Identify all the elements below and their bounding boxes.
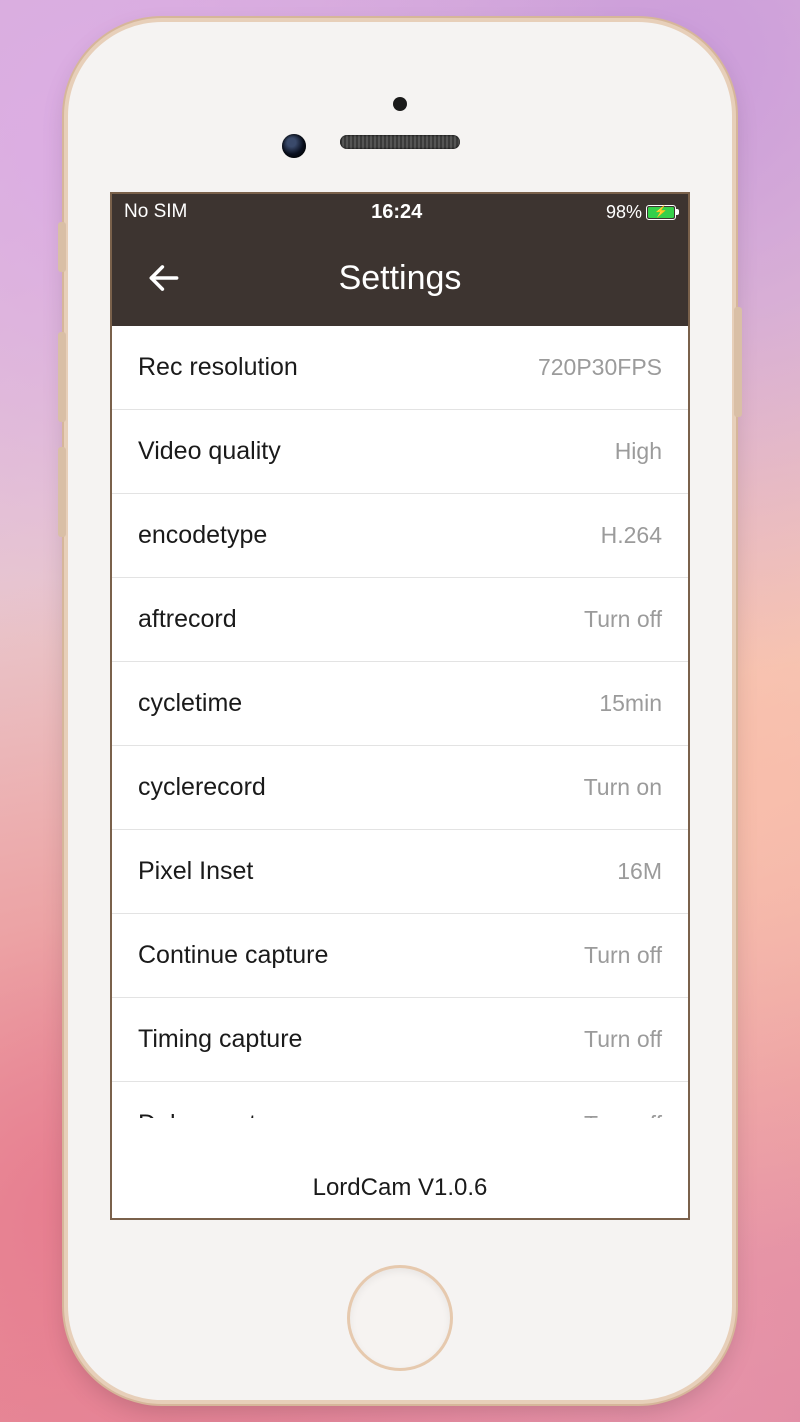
clock: 16:24 (187, 201, 606, 224)
setting-value: 16M (617, 858, 662, 885)
sim-status: No SIM (124, 201, 187, 223)
setting-label: Delay capture (138, 1110, 292, 1119)
setting-value: Turn off (584, 942, 662, 969)
setting-video-quality[interactable]: Video quality High (112, 410, 688, 494)
setting-delay-capture[interactable]: Delay capture Turn off (112, 1082, 688, 1118)
settings-list[interactable]: Rec resolution 720P30FPS Video quality H… (112, 326, 688, 1158)
setting-label: cycletime (138, 689, 242, 718)
nav-bar: Settings (112, 230, 688, 326)
home-button[interactable] (350, 1268, 450, 1368)
front-camera (282, 134, 306, 158)
setting-value: Turn on (584, 774, 662, 801)
version-text: LordCam V1.0.6 (313, 1174, 488, 1202)
setting-continue-capture[interactable]: Continue capture Turn off (112, 914, 688, 998)
setting-encodetype[interactable]: encodetype H.264 (112, 494, 688, 578)
setting-cyclerecord[interactable]: cyclerecord Turn on (112, 746, 688, 830)
screen: No SIM 16:24 98% ⚡ Settings (110, 192, 690, 1220)
status-bar: No SIM 16:24 98% ⚡ (112, 194, 688, 230)
volume-down-button (58, 447, 66, 537)
setting-value: 720P30FPS (538, 354, 662, 381)
battery-percent: 98% (606, 202, 642, 223)
setting-label: Pixel Inset (138, 857, 253, 886)
setting-pixel-inset[interactable]: Pixel Inset 16M (112, 830, 688, 914)
earpiece-speaker (340, 135, 460, 149)
setting-value: Turn off (584, 1111, 662, 1119)
setting-value: 15min (599, 690, 662, 717)
status-right: 98% ⚡ (606, 202, 676, 223)
setting-label: cyclerecord (138, 773, 266, 802)
setting-label: Video quality (138, 437, 281, 466)
setting-value: H.264 (601, 522, 662, 549)
setting-label: Rec resolution (138, 353, 298, 382)
setting-value: High (615, 438, 662, 465)
setting-rec-resolution[interactable]: Rec resolution 720P30FPS (112, 326, 688, 410)
back-button[interactable] (142, 256, 186, 300)
page-title: Settings (112, 259, 688, 298)
proximity-sensor (393, 97, 407, 111)
power-button (734, 307, 742, 417)
setting-value: Turn off (584, 606, 662, 633)
setting-label: Continue capture (138, 941, 328, 970)
phone-frame: No SIM 16:24 98% ⚡ Settings (68, 22, 732, 1400)
setting-label: aftrecord (138, 605, 237, 634)
wallpaper: No SIM 16:24 98% ⚡ Settings (0, 0, 800, 1422)
mute-switch (58, 222, 66, 272)
setting-cycletime[interactable]: cycletime 15min (112, 662, 688, 746)
battery-icon: ⚡ (646, 205, 676, 220)
version-footer: LordCam V1.0.6 (112, 1158, 688, 1218)
volume-up-button (58, 332, 66, 422)
setting-label: Timing capture (138, 1025, 302, 1054)
back-arrow-icon (145, 259, 183, 297)
setting-label: encodetype (138, 521, 267, 550)
setting-timing-capture[interactable]: Timing capture Turn off (112, 998, 688, 1082)
setting-aftrecord[interactable]: aftrecord Turn off (112, 578, 688, 662)
setting-value: Turn off (584, 1026, 662, 1053)
